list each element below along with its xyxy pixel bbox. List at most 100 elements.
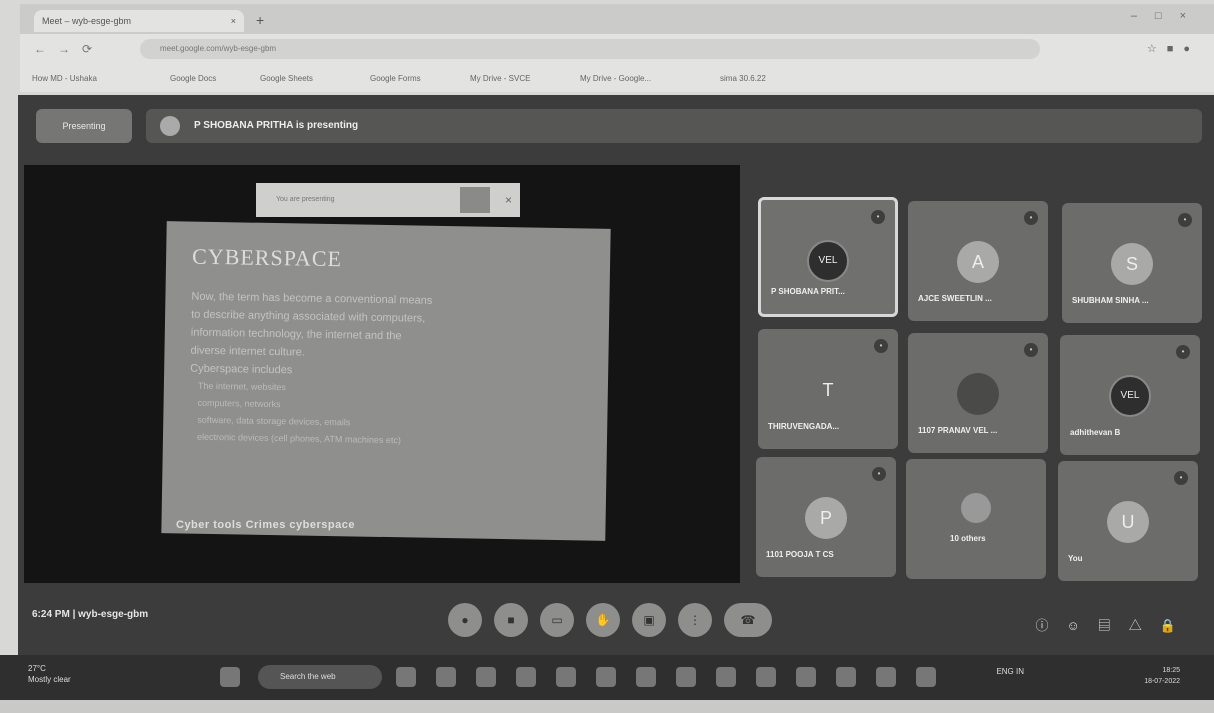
presenting-button[interactable]: Presenting — [36, 109, 132, 143]
app-icon[interactable] — [916, 667, 936, 687]
participant-tile[interactable]: • S SHUBHAM SINHA ... — [1062, 203, 1202, 323]
mic-off-icon: • — [1024, 211, 1038, 225]
participant-tile[interactable]: • A AJCE SWEETLIN ... — [908, 201, 1048, 321]
app-icon[interactable] — [636, 667, 656, 687]
presentation-stage: You are presenting × CYBERSPACE Now, the… — [24, 165, 740, 583]
weather-desc: Mostly clear — [28, 675, 71, 684]
shared-slide: CYBERSPACE Now, the term has become a co… — [161, 221, 611, 541]
meeting-code: wyb-esge-gbm — [78, 609, 149, 620]
search-placeholder: Search the web — [280, 672, 336, 681]
taskbar: 27°C Mostly clear Search the web ENG IN … — [0, 655, 1214, 700]
tab-title: Meet – wyb-esge-gbm — [42, 16, 132, 26]
capture-bar-text: You are presenting — [276, 196, 335, 203]
clock-time: 18:25 — [1162, 667, 1180, 674]
participant-name: THIRUVENGADA... — [768, 422, 840, 431]
bookmark-item[interactable]: Google Docs — [170, 74, 216, 83]
language-indicator[interactable]: ENG IN — [996, 667, 1024, 676]
stop-sharing-button[interactable] — [460, 187, 490, 213]
screen: Meet – wyb-esge-gbm × + –□× ←→⟳ meet.goo… — [0, 0, 1214, 713]
mic-off-icon: • — [1024, 343, 1038, 357]
bookmark-item[interactable]: Google Forms — [370, 74, 421, 83]
presenting-bar: Presenting P SHOBANA PRITHA is presentin… — [32, 107, 1202, 147]
call-controls: ● ■ ▭ ✋ ▣ ⋮ ☎ — [448, 603, 788, 643]
avatar — [961, 493, 991, 523]
participant-name: P SHOBANA PRIT... — [771, 287, 845, 296]
store-icon[interactable] — [556, 667, 576, 687]
app-icon[interactable] — [676, 667, 696, 687]
participant-name: adhithevan B — [1070, 428, 1121, 437]
bookmark-item[interactable]: sima 30.6.22 — [720, 74, 766, 83]
chat-icon[interactable] — [436, 667, 456, 687]
present-icon[interactable]: ▣ — [632, 603, 666, 637]
bookmarks-bar: How MD - Ushaka Google Docs Google Sheet… — [20, 64, 1214, 92]
avatar: P — [805, 497, 847, 539]
clock-time: 6:24 PM — [32, 609, 70, 620]
clock[interactable]: 18:25 18-07-2022 — [1144, 665, 1180, 687]
bookmark-item[interactable]: How MD - Ushaka — [32, 74, 97, 83]
bookmark-item[interactable]: My Drive - SVCE — [470, 74, 530, 83]
hand-icon[interactable]: ✋ — [586, 603, 620, 637]
participant-name: AJCE SWEETLIN ... — [918, 294, 992, 303]
participant-name: SHUBHAM SINHA ... — [1072, 296, 1149, 305]
edge-icon[interactable] — [516, 667, 536, 687]
url-text: meet.google.com/wyb-esge-gbm — [160, 44, 277, 53]
participant-name: You — [1068, 554, 1083, 563]
camera-icon[interactable]: ■ — [494, 603, 528, 637]
avatar: S — [1111, 243, 1153, 285]
avatar: U — [1107, 501, 1149, 543]
weather-temp: 27°C — [28, 664, 46, 673]
app-icon[interactable] — [596, 667, 616, 687]
mic-off-icon: • — [1174, 471, 1188, 485]
search-input[interactable]: Search the web — [258, 665, 382, 689]
end-call-icon[interactable]: ☎ — [724, 603, 772, 637]
others-tile[interactable]: 10 others — [906, 459, 1046, 579]
taskview-icon[interactable] — [396, 667, 416, 687]
mic-icon: • — [871, 210, 885, 224]
clock-date: 18-07-2022 — [1144, 678, 1180, 685]
avatar: VEL — [807, 240, 849, 282]
presenting-text: P SHOBANA PRITHA is presenting — [194, 120, 359, 131]
mic-off-icon: • — [872, 467, 886, 481]
avatar: A — [957, 241, 999, 283]
new-tab-icon[interactable]: + — [256, 12, 264, 28]
window-controls[interactable]: –□× — [1131, 10, 1204, 22]
participant-tile[interactable]: • P 1101 POOJA T CS — [756, 457, 896, 577]
address-bar[interactable]: meet.google.com/wyb-esge-gbm — [140, 39, 1040, 59]
participant-tile[interactable]: • VEL adhithevan B — [1060, 335, 1200, 455]
meet-window: Presenting P SHOBANA PRITHA is presentin… — [18, 95, 1214, 695]
nav-buttons[interactable]: ←→⟳ — [34, 42, 104, 56]
participant-tile[interactable]: • T THIRUVENGADA... — [758, 329, 898, 449]
folder-icon[interactable] — [476, 667, 496, 687]
participant-name: 1107 PRANAV VEL ... — [918, 426, 998, 435]
more-icon[interactable]: ⋮ — [678, 603, 712, 637]
weather-widget[interactable]: 27°C Mostly clear — [28, 663, 71, 685]
meeting-time: 6:24 PM | wyb-esge-gbm — [32, 609, 149, 620]
close-icon[interactable]: × — [505, 183, 512, 217]
mic-icon[interactable]: ● — [448, 603, 482, 637]
avatar: T — [822, 380, 834, 400]
desk-edge — [0, 700, 1214, 713]
participant-tile[interactable]: • 1107 PRANAV VEL ... — [908, 333, 1048, 453]
tab-bar: Meet – wyb-esge-gbm × + –□× — [20, 4, 1214, 34]
browser-tab[interactable]: Meet – wyb-esge-gbm × — [34, 10, 244, 32]
app-icon[interactable] — [876, 667, 896, 687]
mic-off-icon: • — [1176, 345, 1190, 359]
avatar — [160, 116, 180, 136]
app-icon[interactable] — [756, 667, 776, 687]
chrome-icon[interactable] — [836, 667, 856, 687]
close-icon[interactable]: × — [231, 10, 236, 32]
participant-tile[interactable]: • U You — [1058, 461, 1198, 581]
participant-tile[interactable]: • VEL P SHOBANA PRIT... — [758, 197, 898, 317]
app-icon[interactable] — [796, 667, 816, 687]
bookmark-item[interactable]: Google Sheets — [260, 74, 313, 83]
address-row: ←→⟳ meet.google.com/wyb-esge-gbm ☆■● — [20, 34, 1214, 64]
meeting-side-controls[interactable]: ⓘ☺▤△🔒 — [1036, 615, 1194, 634]
captions-icon[interactable]: ▭ — [540, 603, 574, 637]
bookmark-item[interactable]: My Drive - Google... — [580, 74, 651, 83]
start-icon[interactable] — [220, 667, 240, 687]
app-icon[interactable] — [716, 667, 736, 687]
slide-title: CYBERSPACE — [191, 243, 343, 272]
extension-icons[interactable]: ☆■● — [1147, 42, 1200, 55]
capture-bar: You are presenting × — [256, 183, 520, 217]
mic-off-icon: • — [1178, 213, 1192, 227]
